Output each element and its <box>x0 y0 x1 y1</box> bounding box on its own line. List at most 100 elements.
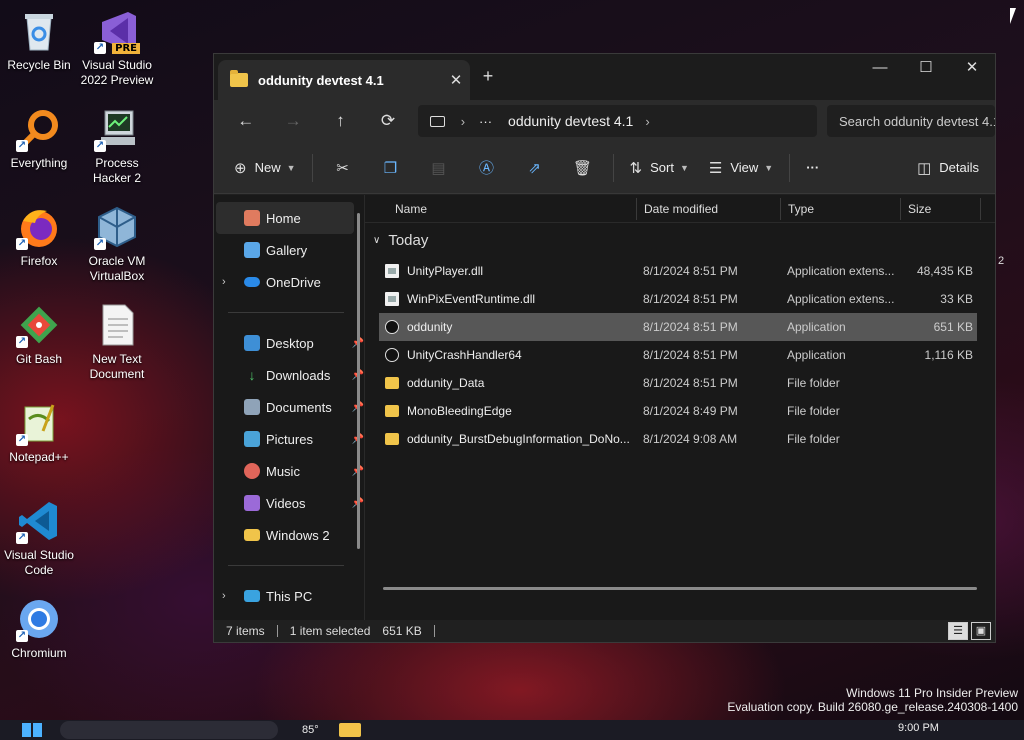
taskbar-search[interactable] <box>60 721 278 739</box>
clipboard-icon: ▤ <box>431 159 446 177</box>
pictures-icon <box>244 431 260 447</box>
file-size: 1,116 KB <box>924 348 973 362</box>
new-button[interactable]: ⊕ New ▼ <box>224 150 306 186</box>
desktop-icon-new-text-document[interactable]: New Text Document <box>75 302 159 382</box>
taskbar-file-explorer-button[interactable] <box>338 723 361 737</box>
file-row-unityplayer-dll[interactable]: UnityPlayer.dll 8/1/2024 8:51 PM Applica… <box>379 257 977 285</box>
tab-title: oddunity devtest 4.1 <box>258 72 384 88</box>
sidebar-item-onedrive[interactable]: › OneDrive <box>214 266 364 298</box>
forward-button[interactable]: → <box>269 111 316 131</box>
taskbar: 85° 9:00 PM <box>0 720 1024 740</box>
sidebar-item-desktop[interactable]: Desktop 📌 <box>214 327 364 359</box>
navigation-bar: ← → ↑ ⟳ › ··· oddunity devtest 4.1 › Sea… <box>214 100 996 142</box>
cut-button[interactable]: ✂ <box>319 159 367 177</box>
address-separator[interactable]: › <box>645 114 649 129</box>
desktop-icon-visual-studio-code[interactable]: ↗ Visual Studio Code <box>0 498 81 578</box>
file-name: oddunity_BurstDebugInformation_DoNo... <box>407 432 630 446</box>
file-name: UnityCrashHandler64 <box>407 348 522 362</box>
maximize-button[interactable]: ☐ <box>903 54 949 86</box>
magnifier-icon: ↗ <box>16 106 62 152</box>
firefox-icon: ↗ <box>16 204 62 250</box>
sidebar-item-documents[interactable]: Documents 📌 <box>214 391 364 423</box>
file-explorer-window: oddunity devtest 4.1 ✕ + — ☐ ✕ ← → ↑ ⟳ ›… <box>213 53 996 643</box>
desktop-icon-virtualbox[interactable]: ↗ Oracle VM VirtualBox <box>75 204 159 284</box>
details-pane-button[interactable]: ◫ Details <box>907 150 989 186</box>
shortcut-arrow-icon: ↗ <box>16 140 28 152</box>
watermark-line-1: Windows 11 Pro Insider Preview <box>846 686 1018 700</box>
close-window-button[interactable]: ✕ <box>949 54 995 86</box>
minimize-button[interactable]: — <box>857 54 903 86</box>
chevron-right-icon[interactable]: › <box>222 590 226 602</box>
sidebar-item-label: Gallery <box>266 242 308 258</box>
sidebar-item-home[interactable]: Home <box>216 202 354 234</box>
copy-button[interactable]: ❐ <box>367 159 415 177</box>
view-button[interactable]: ☰ View ▼ <box>699 150 783 186</box>
more-options-button[interactable]: ··· <box>796 150 829 186</box>
desktop-icon-everything[interactable]: ↗ Everything <box>0 106 81 171</box>
divider <box>789 153 791 182</box>
divider <box>228 565 344 566</box>
desktop-icon-process-hacker[interactable]: ↗ Process Hacker 2 <box>75 106 159 186</box>
back-button[interactable]: ← <box>222 111 269 131</box>
folder-icon <box>385 433 399 445</box>
refresh-button[interactable]: ⟳ <box>364 111 411 131</box>
paste-button[interactable]: ▤ <box>415 159 463 177</box>
vscode-icon: ↗ <box>16 498 62 544</box>
desktop-icon-notepad-plus-plus[interactable]: ↗ Notepad++ <box>0 400 81 465</box>
desktop-icon-git-bash[interactable]: ↗ Git Bash <box>0 302 81 367</box>
chevron-right-icon[interactable]: › <box>222 276 226 288</box>
shortcut-arrow-icon: ↗ <box>94 140 106 152</box>
file-row-oddunity[interactable]: oddunity 8/1/2024 8:51 PM Application 65… <box>379 313 977 341</box>
file-row-winpixeventruntime-dll[interactable]: WinPixEventRuntime.dll 8/1/2024 8:51 PM … <box>379 285 977 313</box>
chromium-icon: ↗ <box>16 596 62 642</box>
cloud-icon <box>244 277 260 287</box>
search-input[interactable]: Search oddunity devtest 4.1 <box>826 105 996 137</box>
plus-circle-icon: ⊕ <box>234 159 247 177</box>
new-tab-button[interactable]: + <box>474 66 502 87</box>
details-view-button[interactable]: ☰ <box>948 622 968 640</box>
folder-icon <box>385 405 399 417</box>
share-button[interactable]: ⇗ <box>511 159 559 177</box>
weather-widget[interactable]: 85° <box>302 724 319 736</box>
sort-label: Sort <box>650 160 674 175</box>
sidebar-item-gallery[interactable]: Gallery <box>214 234 364 266</box>
address-more-button[interactable]: ··· <box>479 114 492 129</box>
horizontal-scrollbar[interactable] <box>383 587 977 590</box>
new-label: New <box>254 160 281 175</box>
desktop-icon-visual-studio-2022-preview[interactable]: ↗ PRE Visual Studio 2022 Preview <box>75 8 159 88</box>
sidebar-item-music[interactable]: Music 📌 <box>214 455 364 487</box>
sidebar-scrollbar[interactable] <box>357 213 360 549</box>
up-button[interactable]: ↑ <box>317 111 364 131</box>
address-crumb[interactable]: oddunity devtest 4.1 <box>508 113 633 129</box>
column-header-date[interactable]: Date modified <box>637 197 781 220</box>
sidebar-item-pictures[interactable]: Pictures 📌 <box>214 423 364 455</box>
file-row-burst-debug-information[interactable]: oddunity_BurstDebugInformation_DoNo... 8… <box>379 425 977 453</box>
file-row-oddunity-data[interactable]: oddunity_Data 8/1/2024 8:51 PM File fold… <box>379 369 977 397</box>
file-size: 48,435 KB <box>916 264 973 278</box>
sort-button[interactable]: ⇅ Sort ▼ <box>620 150 699 186</box>
tab-close-button[interactable]: ✕ <box>442 71 470 89</box>
sidebar-item-label: Downloads <box>266 367 331 383</box>
file-row-unitycrashhandler64[interactable]: UnityCrashHandler64 8/1/2024 8:51 PM App… <box>379 341 977 369</box>
sidebar-item-windows-2[interactable]: Windows 2 <box>214 519 364 551</box>
sidebar-item-downloads[interactable]: ↓ Downloads 📌 <box>214 359 365 391</box>
file-row-monobleedingedge[interactable]: MonoBleedingEdge 8/1/2024 8:49 PM File f… <box>379 397 977 425</box>
column-header-type[interactable]: Type <box>781 197 901 220</box>
sidebar-item-videos[interactable]: Videos 📌 <box>214 487 364 519</box>
tiles-view-button[interactable]: ▣ <box>971 622 991 640</box>
tab-oddunity-devtest[interactable]: oddunity devtest 4.1 ✕ <box>218 60 470 100</box>
desktop-icon-chromium[interactable]: ↗ Chromium <box>0 596 81 661</box>
file-type: Application extens... <box>787 264 895 278</box>
start-button[interactable] <box>22 723 42 737</box>
desktop-icon-firefox[interactable]: ↗ Firefox <box>0 204 81 269</box>
rename-button[interactable]: Ⓐ <box>463 157 511 178</box>
shortcut-arrow-icon: ↗ <box>16 336 28 348</box>
address-bar[interactable]: › ··· oddunity devtest 4.1 › <box>417 105 817 137</box>
sidebar-item-this-pc[interactable]: › This PC <box>214 580 364 612</box>
desktop-icon-recycle-bin[interactable]: Recycle Bin <box>0 8 81 73</box>
clock[interactable]: 9:00 PM <box>898 722 939 734</box>
column-header-name[interactable]: Name <box>365 197 637 220</box>
delete-button[interactable]: 🗑 <box>559 159 607 177</box>
column-header-size[interactable]: Size <box>901 197 981 220</box>
group-header-today[interactable]: ∨ Today <box>365 223 995 257</box>
